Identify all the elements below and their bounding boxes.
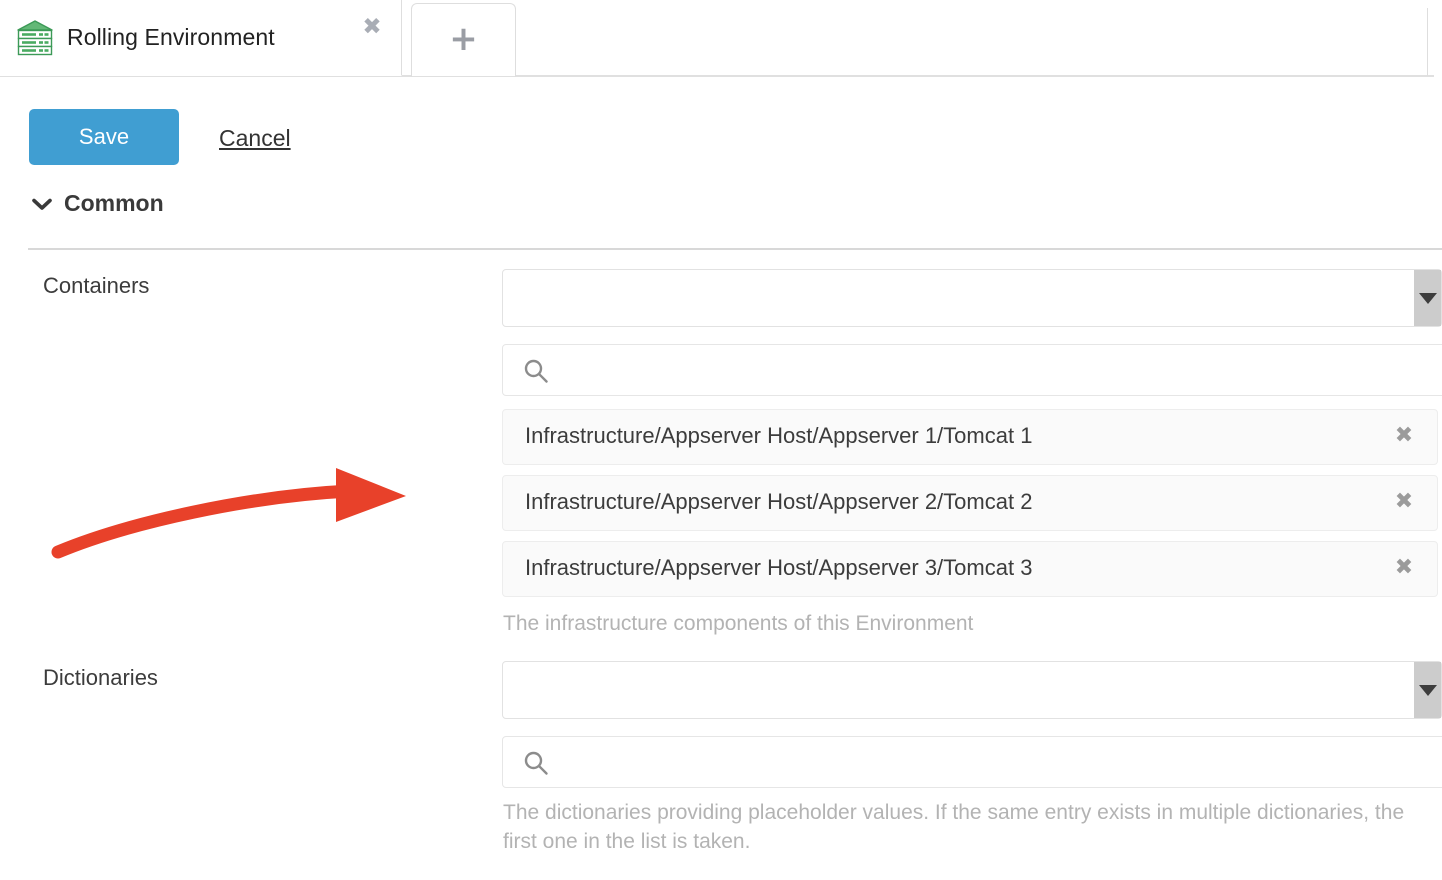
tab-rolling-environment[interactable]: Rolling Environment ✖: [0, 0, 402, 76]
containers-select[interactable]: [502, 269, 1442, 327]
plus-icon: +: [449, 18, 478, 59]
remove-icon[interactable]: ✖: [1391, 423, 1417, 449]
containers-search-box[interactable]: [502, 344, 1442, 396]
tab-bar: Rolling Environment ✖ +: [0, 0, 1442, 77]
cancel-button[interactable]: Cancel: [219, 125, 291, 152]
form-toolbar: Save Cancel: [0, 77, 1442, 167]
list-item-label: Infrastructure/Appserver Host/Appserver …: [525, 423, 1033, 448]
list-item-label: Infrastructure/Appserver Host/Appserver …: [525, 555, 1033, 580]
containers-search-input[interactable]: [559, 345, 1439, 395]
dictionaries-search-box[interactable]: [502, 736, 1442, 788]
section-header-common[interactable]: Common: [29, 190, 164, 217]
containers-dropdown-toggle[interactable]: [1414, 270, 1441, 326]
containers-help-text: The infrastructure components of this En…: [503, 612, 974, 635]
close-icon[interactable]: ✖: [359, 14, 385, 40]
search-icon: [524, 751, 548, 775]
dictionaries-help-text: The dictionaries providing placeholder v…: [503, 801, 1405, 853]
search-icon: [524, 359, 548, 383]
new-tab-button[interactable]: +: [411, 3, 516, 77]
server-stack-icon: [17, 19, 53, 55]
dictionaries-search-input[interactable]: [559, 737, 1439, 787]
tab-bar-right-edge: [1427, 8, 1428, 76]
dictionaries-select[interactable]: [502, 661, 1442, 719]
chevron-down-icon: [1418, 684, 1437, 696]
tab-title: Rolling Environment: [67, 24, 275, 50]
section-divider: [28, 248, 1442, 250]
field-label-dictionaries: Dictionaries: [43, 665, 158, 690]
save-button[interactable]: Save: [29, 109, 179, 165]
chevron-down-icon: [1418, 292, 1437, 304]
list-item[interactable]: Infrastructure/Appserver Host/Appserver …: [502, 409, 1438, 465]
list-item[interactable]: Infrastructure/Appserver Host/Appserver …: [502, 541, 1438, 597]
remove-icon[interactable]: ✖: [1391, 555, 1417, 581]
list-item[interactable]: Infrastructure/Appserver Host/Appserver …: [502, 475, 1438, 531]
annotation-arrow-icon: [51, 468, 406, 559]
chevron-down-icon: [32, 198, 52, 210]
dictionaries-dropdown-toggle[interactable]: [1414, 662, 1441, 718]
list-item-label: Infrastructure/Appserver Host/Appserver …: [525, 489, 1033, 514]
remove-icon[interactable]: ✖: [1391, 489, 1417, 515]
section-title: Common: [64, 190, 164, 216]
field-label-containers: Containers: [43, 273, 150, 298]
